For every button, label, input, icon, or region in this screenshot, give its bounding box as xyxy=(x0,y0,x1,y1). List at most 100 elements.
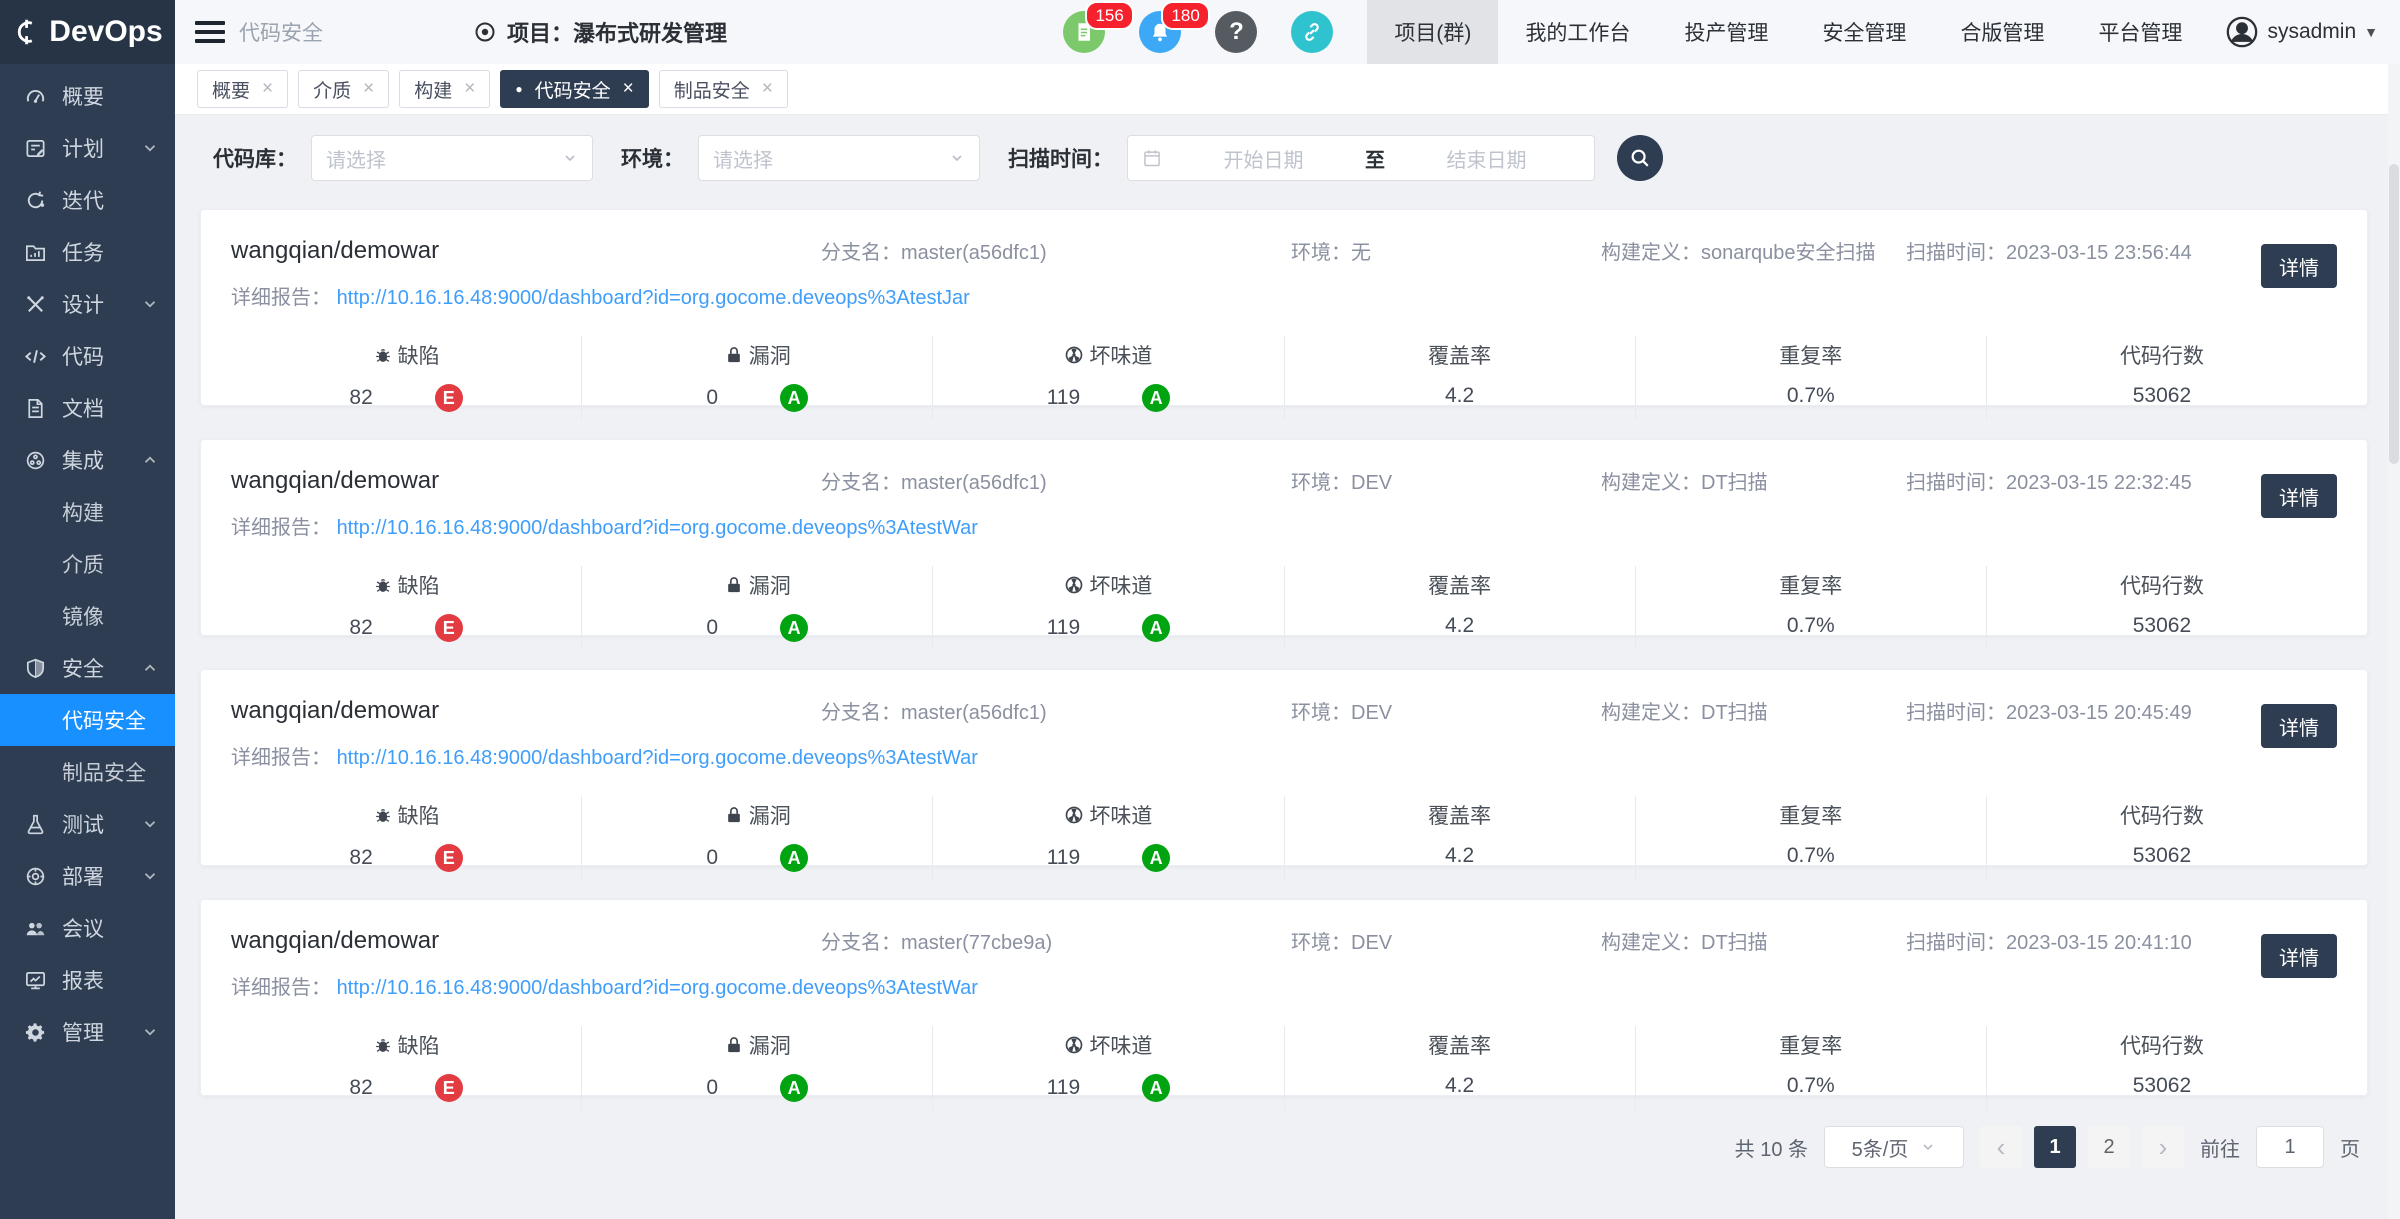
report-link[interactable]: http://10.16.16.48:9000/dashboard?id=org… xyxy=(337,287,970,309)
tab-2[interactable]: 构建× xyxy=(399,70,490,108)
nav-item-5[interactable]: 平台管理 xyxy=(2071,0,2209,64)
sidebar-item-11[interactable]: 安全 xyxy=(0,642,175,694)
nav-item-4[interactable]: 合版管理 xyxy=(1933,0,2071,64)
tab-0[interactable]: 概要× xyxy=(197,70,288,108)
build-def-meta: 构建定义：DT扫描 xyxy=(1601,926,1906,955)
sidebar-item-5[interactable]: 代码 xyxy=(0,330,175,382)
metric-value: 0.7% xyxy=(1787,1074,1835,1098)
sidebar-item-15[interactable]: 部署 xyxy=(0,850,175,902)
sidebar-item-17[interactable]: 报表 xyxy=(0,954,175,1006)
user-menu[interactable]: sysadmin ▼ xyxy=(2209,15,2400,49)
report-link[interactable]: http://10.16.16.48:9000/dashboard?id=org… xyxy=(337,517,978,539)
grade-badge: A xyxy=(780,844,808,872)
chevron-down-icon xyxy=(141,295,159,313)
report-link[interactable]: http://10.16.16.48:9000/dashboard?id=org… xyxy=(337,747,978,769)
repo-select[interactable]: 请选择 xyxy=(311,135,593,181)
sidebar-item-12[interactable]: 代码安全 xyxy=(0,694,175,746)
metric-cell: 覆盖率 4.2 xyxy=(1284,566,1635,650)
metric-value: 119 xyxy=(1047,386,1080,410)
sidebar-item-3[interactable]: 任务 xyxy=(0,226,175,278)
sidebar-item-8[interactable]: 构建 xyxy=(0,486,175,538)
env-select[interactable]: 请选择 xyxy=(698,135,980,181)
lock-icon xyxy=(724,805,744,825)
nav-item-3[interactable]: 安全管理 xyxy=(1795,0,1933,64)
detail-button[interactable]: 详情 xyxy=(2261,704,2337,748)
scan-time-filter-label: 扫描时间： xyxy=(1008,143,1113,173)
links-button[interactable] xyxy=(1291,11,1333,53)
close-icon[interactable]: × xyxy=(762,78,773,100)
close-icon[interactable]: × xyxy=(262,78,273,100)
detail-button[interactable]: 详情 xyxy=(2261,934,2337,978)
sidebar-item-label: 计划 xyxy=(62,133,104,163)
sidebar-item-14[interactable]: 测试 xyxy=(0,798,175,850)
iteration-icon xyxy=(24,189,47,212)
sidebar-item-10[interactable]: 镜像 xyxy=(0,590,175,642)
username: sysadmin xyxy=(2267,20,2356,44)
scan-time-meta: 扫描时间：2023-03-15 23:56:44 xyxy=(1906,236,2217,265)
notifications-button[interactable]: 180 xyxy=(1139,11,1181,53)
chevron-down-icon xyxy=(1920,1139,1936,1155)
sidebar-item-1[interactable]: 计划 xyxy=(0,122,175,174)
detail-button[interactable]: 详情 xyxy=(2261,244,2337,288)
nav-item-1[interactable]: 我的工作台 xyxy=(1498,0,1657,64)
grade-badge: A xyxy=(780,384,808,412)
grade-badge: A xyxy=(1142,384,1170,412)
tab-3[interactable]: ●代码安全× xyxy=(500,70,648,108)
page-size-select[interactable]: 5条/页 xyxy=(1824,1126,1964,1168)
sidebar-item-9[interactable]: 介质 xyxy=(0,538,175,590)
sidebar-item-4[interactable]: 设计 xyxy=(0,278,175,330)
sidebar-item-2[interactable]: 迭代 xyxy=(0,174,175,226)
metric-value: 82 xyxy=(349,386,372,410)
page-button-1[interactable]: 1 xyxy=(2034,1126,2076,1168)
sidebar-item-6[interactable]: 文档 xyxy=(0,382,175,434)
metric-cell: 漏洞 0A xyxy=(581,336,932,420)
search-button[interactable] xyxy=(1617,135,1663,181)
metric-value: 4.2 xyxy=(1445,1074,1474,1098)
sidebar-item-18[interactable]: 管理 xyxy=(0,1006,175,1058)
metric-value: 4.2 xyxy=(1445,844,1474,868)
tab-label: 代码安全 xyxy=(535,76,611,103)
card-header: wangqian/demowar 分支名：master(a56dfc1) 环境：… xyxy=(231,236,2337,265)
metric-cell: 重复率 0.7% xyxy=(1635,1026,1986,1110)
nav-item-0[interactable]: 项目(群) xyxy=(1367,0,1498,64)
sidebar-item-7[interactable]: 集成 xyxy=(0,434,175,486)
close-icon[interactable]: × xyxy=(464,78,475,100)
sidebar-item-label: 设计 xyxy=(62,289,104,319)
report-link[interactable]: http://10.16.16.48:9000/dashboard?id=org… xyxy=(337,977,978,999)
build-def-meta: 构建定义：sonarqube安全扫描 xyxy=(1601,236,1906,265)
metric-cell: 漏洞 0A xyxy=(581,796,932,880)
metric-cell: 重复率 0.7% xyxy=(1635,336,1986,420)
hamburger-menu-icon[interactable] xyxy=(195,21,225,43)
sidebar-item-0[interactable]: 概要 xyxy=(0,70,175,122)
goto-page-input[interactable] xyxy=(2256,1126,2324,1168)
prev-page-button[interactable]: ‹ xyxy=(1980,1126,2022,1168)
close-icon[interactable]: × xyxy=(623,78,634,100)
next-page-button[interactable]: › xyxy=(2142,1126,2184,1168)
todo-button[interactable]: 156 xyxy=(1063,11,1105,53)
sidebar-item-label: 集成 xyxy=(62,445,104,475)
metric-cell: 代码行数 53062 xyxy=(1986,566,2337,650)
sidebar-item-16[interactable]: 会议 xyxy=(0,902,175,954)
card-header: wangqian/demowar 分支名：master(a56dfc1) 环境：… xyxy=(231,466,2337,495)
branch-meta: 分支名：master(a56dfc1) xyxy=(821,466,1291,495)
scrollbar[interactable] xyxy=(2388,64,2400,1219)
start-date-input[interactable]: 开始日期 xyxy=(1170,144,1357,173)
close-icon[interactable]: × xyxy=(363,78,374,100)
detail-button[interactable]: 详情 xyxy=(2261,474,2337,518)
tab-4[interactable]: 制品安全× xyxy=(659,70,788,108)
gauge-icon xyxy=(24,85,47,108)
metric-cell: 坏味道 119A xyxy=(932,566,1283,650)
help-button[interactable]: ? xyxy=(1215,11,1257,53)
scrollbar-thumb[interactable] xyxy=(2389,164,2399,464)
tab-1[interactable]: 介质× xyxy=(298,70,389,108)
end-date-input[interactable]: 结束日期 xyxy=(1393,144,1580,173)
sidebar-item-label: 管理 xyxy=(62,1017,104,1047)
doc-icon xyxy=(24,397,47,420)
bug-icon xyxy=(373,1035,393,1055)
repo-name: wangqian/demowar xyxy=(231,697,821,725)
date-range-input[interactable]: 开始日期 至 结束日期 xyxy=(1127,135,1595,181)
page-button-2[interactable]: 2 xyxy=(2088,1126,2130,1168)
sidebar-item-13[interactable]: 制品安全 xyxy=(0,746,175,798)
build-def-meta: 构建定义：DT扫描 xyxy=(1601,696,1906,725)
nav-item-2[interactable]: 投产管理 xyxy=(1657,0,1795,64)
